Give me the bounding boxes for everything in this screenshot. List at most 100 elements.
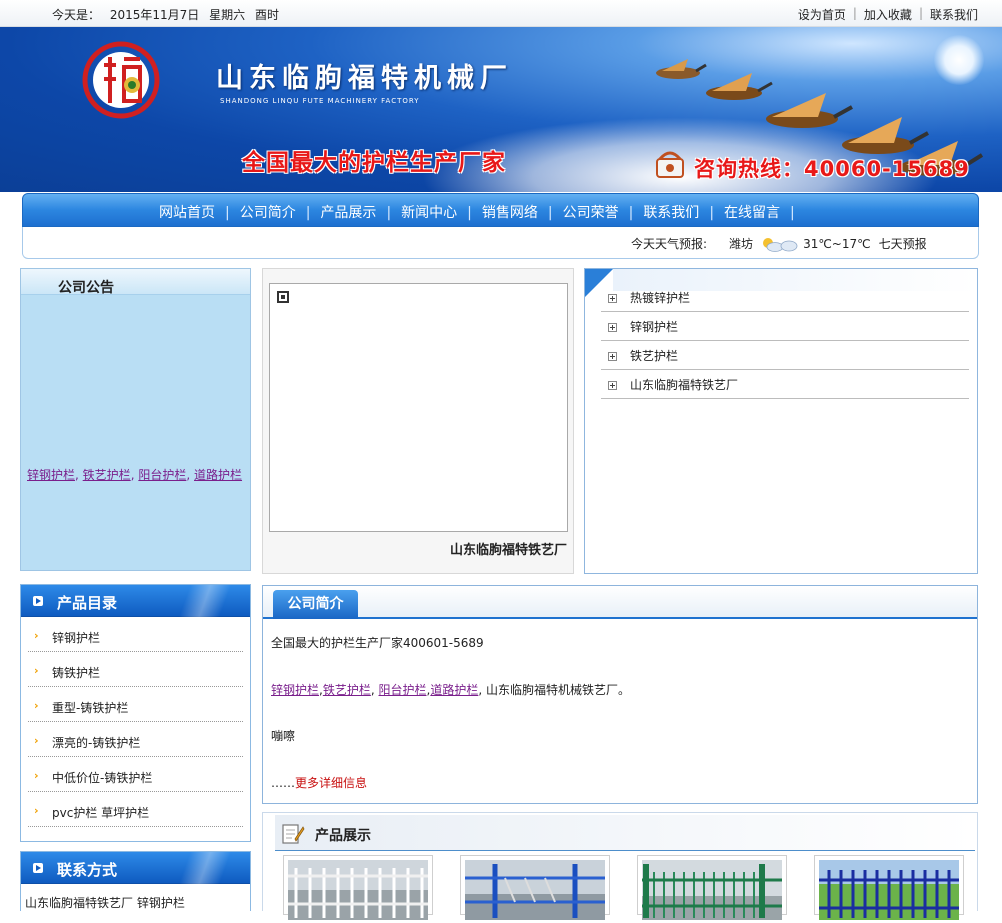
divider: |	[852, 6, 857, 20]
divider: |	[709, 205, 715, 221]
expand-plus-icon[interactable]	[608, 381, 617, 390]
chevron-right-icon: ›	[34, 699, 39, 712]
nav-news[interactable]: 新闻中心	[401, 205, 457, 221]
divider: |	[918, 6, 923, 20]
about-more: ……更多详细信息	[271, 774, 367, 791]
catalog-item-label[interactable]: 漂亮的-铸铁护栏	[52, 734, 140, 751]
weather-city: 潍坊	[729, 237, 754, 251]
notice-link[interactable]: 铁艺护栏	[83, 468, 131, 482]
comma: ,	[186, 468, 191, 482]
category-item[interactable]: 铁艺护栏	[601, 341, 969, 370]
category-label[interactable]: 热镀锌护栏	[630, 289, 690, 306]
about-link[interactable]: 铁艺护栏	[323, 683, 371, 697]
product-thumbnail[interactable]	[637, 855, 787, 920]
bullet-icon	[33, 863, 43, 873]
catalog-item[interactable]: › 重型-铸铁护栏	[28, 687, 243, 722]
header-gloss	[160, 852, 250, 884]
product-thumbnail[interactable]	[460, 855, 610, 920]
divider: |	[305, 205, 311, 221]
about-tab-row: 公司简介	[263, 586, 977, 619]
hotline: 咨询热线：40060-15689	[694, 157, 970, 181]
partly-cloudy-icon	[763, 237, 798, 252]
about-line-1: 全国最大的护栏生产厂家400601-5689	[271, 636, 484, 650]
contact-panel: 联系方式 山东临朐福特铁艺厂 锌钢护栏	[20, 851, 251, 911]
category-item[interactable]: 热镀锌护栏	[601, 283, 969, 312]
expand-plus-icon[interactable]	[608, 352, 617, 361]
catalog-item-label[interactable]: 锌钢护栏	[52, 629, 100, 646]
main-nav: 网站首页 | 公司简介 | 产品展示 | 新闻中心 | 销售网络 | 公司荣誉 | 联系我们…	[22, 193, 979, 227]
contact-header: 联系方式	[21, 852, 250, 884]
nav-about[interactable]: 公司简介	[240, 205, 296, 221]
nav-guestbook[interactable]: 在线留言	[724, 205, 780, 221]
nav-list: 网站首页 | 公司简介 | 产品展示 | 新闻中心 | 销售网络 | 公司荣誉 | 联系我们…	[159, 202, 805, 222]
contact-title: 联系方式	[57, 861, 118, 879]
nav-honors[interactable]: 公司荣誉	[563, 205, 619, 221]
category-label[interactable]: 锌钢护栏	[630, 318, 678, 335]
featured-photo-panel: 山东临朐福特铁艺厂	[262, 268, 574, 574]
product-showcase-panel: 产品展示	[262, 812, 978, 920]
company-name-english: SHANDONG LINQU FUTE MACHINERY FACTORY	[220, 97, 420, 105]
about-line-3: 嘣嚓	[271, 729, 296, 743]
catalog-item[interactable]: › 铸铁护栏	[28, 652, 243, 687]
broken-image-icon	[277, 291, 289, 303]
contact-text: 山东临朐福特铁艺厂 锌钢护栏	[25, 896, 185, 910]
comma: ,	[75, 468, 79, 482]
weather-temp: 31℃~17℃	[803, 236, 871, 251]
fence-image	[288, 860, 428, 920]
product-catalog-list: › 锌钢护栏 › 铸铁护栏 › 重型-铸铁护栏 › 漂亮的-铸铁护栏 › 中低价位-铸铁护…	[21, 617, 250, 827]
nav-sales-network[interactable]: 销售网络	[482, 205, 538, 221]
company-name: 山东临朐福特机械厂	[216, 63, 513, 94]
product-showcase-header: 产品展示	[275, 815, 975, 851]
notice-link[interactable]: 道路护栏	[194, 468, 242, 482]
date-label: 今天是：	[52, 8, 101, 22]
date-value: 2015年11月7日	[109, 8, 200, 22]
comma: ,	[130, 468, 135, 482]
chevron-right-icon: ›	[34, 769, 39, 782]
catalog-item[interactable]: › 锌钢护栏	[28, 617, 243, 652]
about-link[interactable]: 锌钢护栏	[271, 683, 319, 697]
tab-about[interactable]: 公司简介	[273, 590, 358, 619]
category-panel: 热镀锌护栏 锌钢护栏 铁艺护栏 山东临朐福特铁艺厂	[584, 268, 978, 574]
fence-image	[642, 860, 782, 920]
category-label[interactable]: 铁艺护栏	[630, 347, 678, 364]
category-item[interactable]: 山东临朐福特铁艺厂	[601, 370, 969, 399]
category-label[interactable]: 山东临朐福特铁艺厂	[630, 376, 738, 393]
contact-us-link[interactable]: 联系我们	[930, 6, 978, 23]
expand-plus-icon[interactable]	[608, 323, 617, 332]
company-notice-panel: 公司公告 锌钢护栏, 铁艺护栏, 阳台护栏, 道路护栏	[20, 268, 251, 571]
seven-day-forecast-link[interactable]: 七天预报	[879, 235, 927, 252]
phone-icon	[656, 151, 684, 178]
set-homepage-link[interactable]: 设为首页	[798, 6, 846, 23]
category-item[interactable]: 锌钢护栏	[601, 312, 969, 341]
divider: |	[547, 205, 553, 221]
expand-plus-icon[interactable]	[608, 294, 617, 303]
more-details-link[interactable]: 更多详细信息	[295, 776, 367, 790]
slogan: 全国最大的护栏生产厂家	[242, 150, 506, 176]
featured-photo[interactable]	[269, 283, 568, 532]
weather-widget: 今天天气预报: 潍坊 31℃~17℃ 七天预报	[631, 235, 927, 252]
product-thumbnail[interactable]	[814, 855, 964, 920]
nav-home[interactable]: 网站首页	[159, 205, 215, 221]
divider: |	[225, 205, 230, 221]
notice-link[interactable]: 阳台护栏	[138, 468, 186, 482]
catalog-item-label[interactable]: 重型-铸铁护栏	[52, 699, 128, 716]
catalog-item-label[interactable]: 铸铁护栏	[52, 664, 100, 681]
nav-contact[interactable]: 联系我们	[643, 205, 699, 221]
notice-links: 锌钢护栏, 铁艺护栏, 阳台护栏, 道路护栏	[27, 466, 242, 483]
weather-label: 今天天气预报:	[631, 237, 708, 251]
chevron-right-icon: ›	[34, 804, 39, 817]
catalog-item[interactable]: › 中低价位-铸铁护栏	[28, 757, 243, 792]
catalog-item[interactable]: › pvc护栏 草坪护栏	[28, 792, 243, 827]
chevron-right-icon: ›	[34, 664, 39, 677]
catalog-item-label[interactable]: 中低价位-铸铁护栏	[52, 769, 152, 786]
product-catalog-title: 产品目录	[57, 594, 118, 612]
add-favorite-link[interactable]: 加入收藏	[864, 6, 912, 23]
notice-link[interactable]: 锌钢护栏	[27, 468, 75, 482]
product-thumbnail[interactable]	[283, 855, 433, 920]
about-link[interactable]: 道路护栏	[430, 683, 478, 697]
catalog-item-label[interactable]: pvc护栏 草坪护栏	[52, 804, 149, 821]
nav-products[interactable]: 产品展示	[320, 205, 376, 221]
about-link[interactable]: 阳台护栏	[379, 683, 427, 697]
catalog-item[interactable]: › 漂亮的-铸铁护栏	[28, 722, 243, 757]
product-catalog-header: 产品目录	[21, 585, 250, 617]
